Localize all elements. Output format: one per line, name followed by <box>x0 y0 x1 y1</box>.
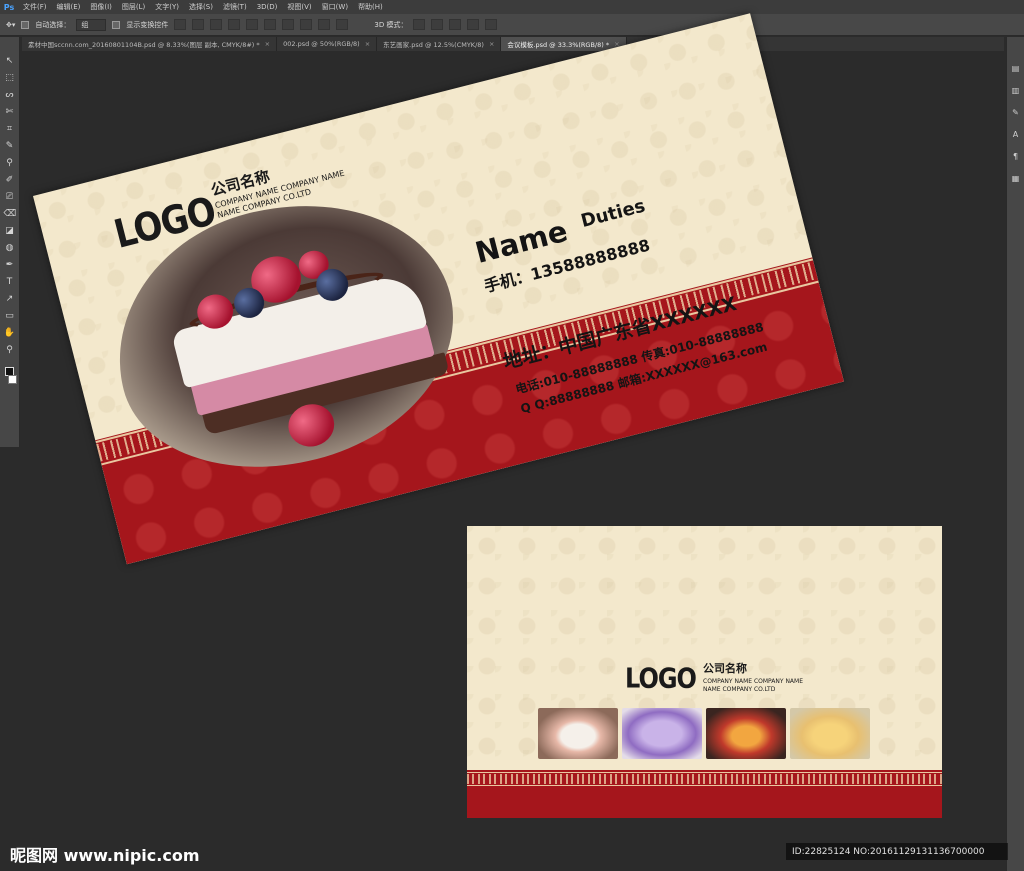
tab-label: 素材中国sccnn.com_20160801104B.psd @ 8.33%(图… <box>28 41 260 49</box>
cake-thumbnail-3 <box>706 708 786 759</box>
menu-type[interactable]: 文字(Y) <box>150 2 184 12</box>
type-tool-icon[interactable]: T <box>4 276 16 288</box>
right-panel-dock: ▤ ▥ ✎ A ¶ ▦ <box>1006 37 1024 871</box>
move-tool-icon[interactable]: ↖ <box>4 55 16 67</box>
history-panel-icon[interactable]: ▤ <box>1010 63 1022 75</box>
fret-border-pattern <box>467 774 942 784</box>
options-bar: ✥▾ 自动选择： 组 显示变换控件 3D 模式： <box>0 14 1024 36</box>
healing-brush-icon[interactable]: ⚲ <box>4 157 16 169</box>
close-icon[interactable]: × <box>365 40 370 48</box>
pen-tool-icon[interactable]: ✒ <box>4 259 16 271</box>
paragraph-panel-icon[interactable]: ¶ <box>1010 151 1022 163</box>
photoshop-logo-icon[interactable]: Ps <box>0 0 18 14</box>
menu-bar: Ps 文件(F) 编辑(E) 图像(I) 图层(L) 文字(Y) 选择(S) 滤… <box>0 0 1024 14</box>
hand-tool-icon[interactable]: ✋ <box>4 327 16 339</box>
align-bottom-button[interactable] <box>210 19 223 30</box>
auto-select-dropdown[interactable]: 组 <box>76 18 107 31</box>
lasso-tool-icon[interactable]: ᔕ <box>4 89 16 101</box>
cake-thumbnail-4 <box>790 708 870 759</box>
card-red-band <box>467 770 942 818</box>
menu-select[interactable]: 选择(S) <box>184 2 218 12</box>
auto-select-label: 自动选择： <box>35 20 71 29</box>
fret-border-line <box>467 785 942 786</box>
nipic-watermark: 昵图网 www.nipic.com <box>10 846 200 865</box>
show-transform-label: 显示变换控件 <box>126 20 169 29</box>
scale-3d-button[interactable] <box>485 19 498 30</box>
eraser-tool-icon[interactable]: ⌫ <box>4 208 17 220</box>
move-tool-icon[interactable]: ✥▾ <box>6 21 15 29</box>
tab-label: 东艺画家.psd @ 12.5%(CMYK/8) <box>383 41 484 49</box>
document-tab-bar: 素材中国sccnn.com_20160801104B.psd @ 8.33%(图… <box>22 37 1004 51</box>
distribute-top-button[interactable] <box>282 19 295 30</box>
tab-document-1[interactable]: 素材中国sccnn.com_20160801104B.psd @ 8.33%(图… <box>22 37 278 51</box>
align-left-button[interactable] <box>228 19 241 30</box>
image-id-watermark: ID:22825124 NO:20161129131136700000 <box>786 843 1008 860</box>
menu-file[interactable]: 文件(F) <box>18 2 52 12</box>
gradient-tool-icon[interactable]: ◪ <box>4 225 16 237</box>
background-color-swatch[interactable] <box>8 375 17 384</box>
auto-select-checkbox[interactable] <box>21 20 30 29</box>
menu-3d[interactable]: 3D(D) <box>252 3 283 11</box>
company-name-cn: 公司名称 <box>703 662 747 675</box>
fret-border-line <box>467 772 942 773</box>
roll-3d-button[interactable] <box>431 19 444 30</box>
brush-tool-icon[interactable]: ✐ <box>4 174 16 186</box>
menu-layer[interactable]: 图层(L) <box>117 2 150 12</box>
close-icon[interactable]: × <box>489 40 494 48</box>
cake-thumbnail-2 <box>622 708 702 759</box>
show-transform-checkbox[interactable] <box>112 20 121 29</box>
brush-panel-icon[interactable]: ✎ <box>1010 107 1022 119</box>
properties-panel-icon[interactable]: ▥ <box>1010 85 1022 97</box>
menu-window[interactable]: 窗口(W) <box>317 2 353 12</box>
character-panel-icon[interactable]: A <box>1010 129 1022 141</box>
cake-thumbnail-1 <box>538 708 618 759</box>
company-name-en-line2: NAME COMPANY CO.LTD <box>703 686 776 693</box>
crop-tool-icon[interactable]: ✄ <box>4 106 16 118</box>
company-logo: LOGO <box>625 662 697 695</box>
rotate-3d-button[interactable] <box>413 19 426 30</box>
clone-stamp-icon[interactable]: ⎚ <box>4 191 16 203</box>
shape-tool-icon[interactable]: ▭ <box>4 310 16 322</box>
align-center-button[interactable] <box>246 19 259 30</box>
layers-panel-icon[interactable]: ▦ <box>1010 173 1022 185</box>
mode-3d-label: 3D 模式： <box>374 20 408 29</box>
business-card-back[interactable]: LOGO 公司名称 COMPANY NAME COMPANY NAME NAME… <box>467 526 942 818</box>
menu-filter[interactable]: 滤镜(T) <box>218 2 252 12</box>
zoom-tool-icon[interactable]: ⚲ <box>4 344 16 356</box>
slide-3d-button[interactable] <box>467 19 480 30</box>
company-name-en-line1: COMPANY NAME COMPANY NAME <box>703 678 804 685</box>
dodge-tool-icon[interactable]: ◍ <box>4 242 16 254</box>
business-card-front[interactable]: LOGO 公司名称 COMPANY NAME COMPANY NAME NAME… <box>33 13 844 565</box>
slice-tool-icon[interactable]: ⌗ <box>4 123 16 135</box>
align-middle-button[interactable] <box>192 19 205 30</box>
align-top-button[interactable] <box>174 19 187 30</box>
distribute-middle-button[interactable] <box>300 19 313 30</box>
toolbox: ↖ ⬚ ᔕ ✄ ⌗ ✎ ⚲ ✐ ⎚ ⌫ ◪ ◍ ✒ T ↗ ▭ ✋ ⚲ <box>0 37 20 447</box>
distribute-left-button[interactable] <box>336 19 349 30</box>
align-right-button[interactable] <box>264 19 277 30</box>
tab-label: 会议模板.psd @ 33.3%(RGB/8) * <box>507 41 610 49</box>
drag-3d-button[interactable] <box>449 19 462 30</box>
tab-label: 002.psd @ 50%(RGB/8) <box>283 40 360 48</box>
menu-edit[interactable]: 编辑(E) <box>52 2 86 12</box>
menu-help[interactable]: 帮助(H) <box>353 2 388 12</box>
tab-document-3[interactable]: 东艺画家.psd @ 12.5%(CMYK/8) × <box>377 37 502 51</box>
marquee-tool-icon[interactable]: ⬚ <box>4 72 16 84</box>
menu-image[interactable]: 图像(I) <box>85 2 117 12</box>
close-icon[interactable]: × <box>265 40 270 48</box>
menu-view[interactable]: 视图(V) <box>282 2 316 12</box>
path-select-icon[interactable]: ↗ <box>4 293 16 305</box>
tab-document-2[interactable]: 002.psd @ 50%(RGB/8) × <box>277 37 378 51</box>
distribute-bottom-button[interactable] <box>318 19 331 30</box>
eyedropper-tool-icon[interactable]: ✎ <box>4 140 16 152</box>
